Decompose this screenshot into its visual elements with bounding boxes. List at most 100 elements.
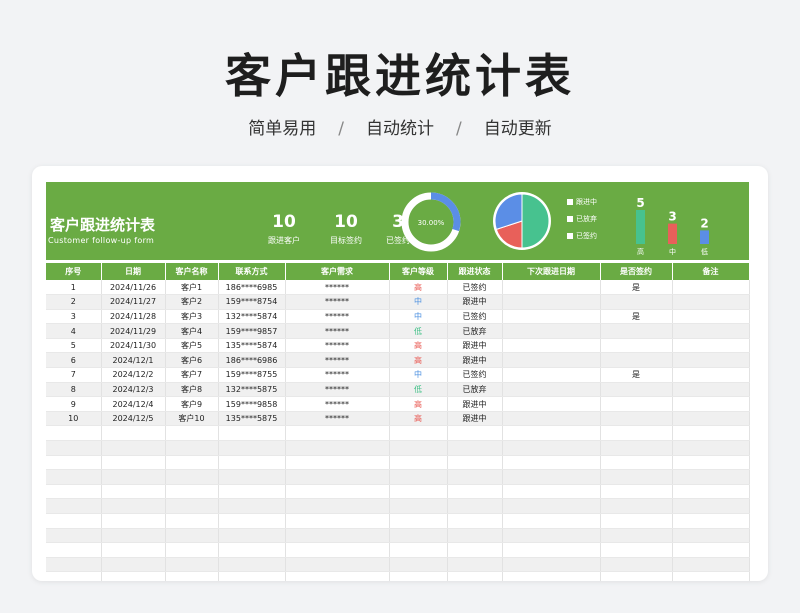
table-cell[interactable]: 2024/11/26 (101, 280, 166, 296)
table-cell[interactable] (672, 528, 750, 544)
table-cell[interactable] (600, 498, 673, 514)
table-cell[interactable]: 3 (46, 309, 102, 325)
table-cell[interactable]: 159****8755 (218, 367, 286, 383)
table-cell[interactable] (672, 323, 750, 339)
table-cell[interactable] (218, 542, 286, 558)
table-cell[interactable] (218, 469, 286, 485)
table-cell[interactable]: ****** (285, 294, 390, 310)
table-cell[interactable] (218, 571, 286, 581)
table-cell[interactable]: 是 (600, 367, 673, 383)
table-row-empty[interactable] (46, 571, 750, 581)
table-cell[interactable] (46, 440, 102, 456)
table-cell[interactable] (502, 411, 601, 427)
table-cell[interactable] (600, 557, 673, 573)
table-cell[interactable] (165, 528, 219, 544)
table-cell[interactable]: 2024/11/29 (101, 323, 166, 339)
table-cell[interactable] (101, 571, 166, 581)
table-cell[interactable] (165, 469, 219, 485)
table-cell[interactable]: 客户10 (165, 411, 219, 427)
table-cell[interactable] (447, 498, 503, 514)
table-cell[interactable]: 客户9 (165, 396, 219, 412)
table-cell[interactable]: 中 (389, 309, 448, 325)
table-cell[interactable] (672, 484, 750, 500)
table-cell[interactable] (165, 455, 219, 471)
table-cell[interactable] (600, 455, 673, 471)
table-cell[interactable] (389, 528, 448, 544)
table-cell[interactable] (165, 498, 219, 514)
table-cell[interactable] (101, 528, 166, 544)
table-cell[interactable] (672, 309, 750, 325)
table-cell[interactable]: ****** (285, 396, 390, 412)
table-cell[interactable] (389, 557, 448, 573)
table-cell[interactable] (165, 557, 219, 573)
table-cell[interactable] (165, 425, 219, 442)
table-row[interactable]: 7 2024/12/2 客户7 159****8755 ****** 中已签约 是 (46, 367, 750, 383)
table-cell[interactable]: ****** (285, 309, 390, 325)
table-row-empty[interactable] (46, 498, 750, 514)
table-cell[interactable] (600, 338, 673, 354)
table-cell[interactable] (447, 557, 503, 573)
table-cell[interactable]: 132****5874 (218, 309, 286, 325)
table-cell[interactable] (101, 469, 166, 485)
table-cell[interactable] (285, 557, 390, 573)
table-row[interactable]: 2 2024/11/27 客户2 159****8754 ****** 中跟进中 (46, 294, 750, 310)
table-cell[interactable]: 高 (389, 396, 448, 412)
table-cell[interactable]: 已签约 (447, 309, 503, 325)
column-header[interactable]: 联系方式 (218, 263, 286, 280)
column-header[interactable]: 下次跟进日期 (502, 263, 601, 280)
table-cell[interactable] (46, 528, 102, 544)
table-cell[interactable]: 2024/11/28 (101, 309, 166, 325)
table-cell[interactable]: 2024/12/1 (101, 352, 166, 369)
table-cell[interactable]: 2024/11/30 (101, 338, 166, 354)
table-cell[interactable]: 客户1 (165, 280, 219, 296)
table-cell[interactable]: 是 (600, 280, 673, 296)
table-cell[interactable] (502, 396, 601, 412)
table-cell[interactable] (285, 542, 390, 558)
table-cell[interactable]: 已签约 (447, 367, 503, 383)
table-cell[interactable] (502, 557, 601, 573)
table-cell[interactable]: 2 (46, 294, 102, 310)
table-cell[interactable]: ****** (285, 352, 390, 369)
table-cell[interactable]: 客户2 (165, 294, 219, 310)
table-cell[interactable] (672, 382, 750, 398)
table-cell[interactable]: 2024/12/3 (101, 382, 166, 398)
table-cell[interactable] (218, 528, 286, 544)
table-cell[interactable] (672, 411, 750, 427)
table-row-empty[interactable] (46, 513, 750, 529)
table-row-empty[interactable] (46, 425, 750, 442)
table-cell[interactable]: 159****9857 (218, 323, 286, 339)
table-cell[interactable]: 132****5875 (218, 382, 286, 398)
table-cell[interactable]: 客户4 (165, 323, 219, 339)
table-cell[interactable] (165, 571, 219, 581)
table-cell[interactable] (600, 396, 673, 412)
table-cell[interactable] (672, 396, 750, 412)
table-cell[interactable] (46, 498, 102, 514)
table-cell[interactable] (502, 513, 601, 529)
table-row-empty[interactable] (46, 440, 750, 456)
table-cell[interactable] (600, 411, 673, 427)
table-row[interactable]: 8 2024/12/3 客户8 132****5875 ****** 低已放弃 (46, 382, 750, 398)
table-cell[interactable] (165, 484, 219, 500)
table-cell[interactable] (600, 294, 673, 310)
table-cell[interactable] (46, 469, 102, 485)
table-cell[interactable] (285, 513, 390, 529)
table-cell[interactable] (600, 425, 673, 442)
table-cell[interactable]: ****** (285, 323, 390, 339)
table-cell[interactable] (389, 469, 448, 485)
table-cell[interactable] (285, 484, 390, 500)
table-cell[interactable]: 跟进中 (447, 411, 503, 427)
table-cell[interactable]: ****** (285, 382, 390, 398)
table-cell[interactable] (218, 484, 286, 500)
table-cell[interactable]: 7 (46, 367, 102, 383)
table-cell[interactable] (447, 513, 503, 529)
table-cell[interactable]: 跟进中 (447, 294, 503, 310)
table-cell[interactable]: ****** (285, 280, 390, 296)
table-cell[interactable]: 跟进中 (447, 338, 503, 354)
table-cell[interactable] (46, 484, 102, 500)
table-cell[interactable] (389, 440, 448, 456)
table-cell[interactable]: 中 (389, 367, 448, 383)
table-row[interactable]: 9 2024/12/4 客户9 159****9858 ****** 高跟进中 (46, 396, 750, 412)
table-cell[interactable] (46, 455, 102, 471)
table-cell[interactable] (46, 571, 102, 581)
table-cell[interactable] (447, 469, 503, 485)
